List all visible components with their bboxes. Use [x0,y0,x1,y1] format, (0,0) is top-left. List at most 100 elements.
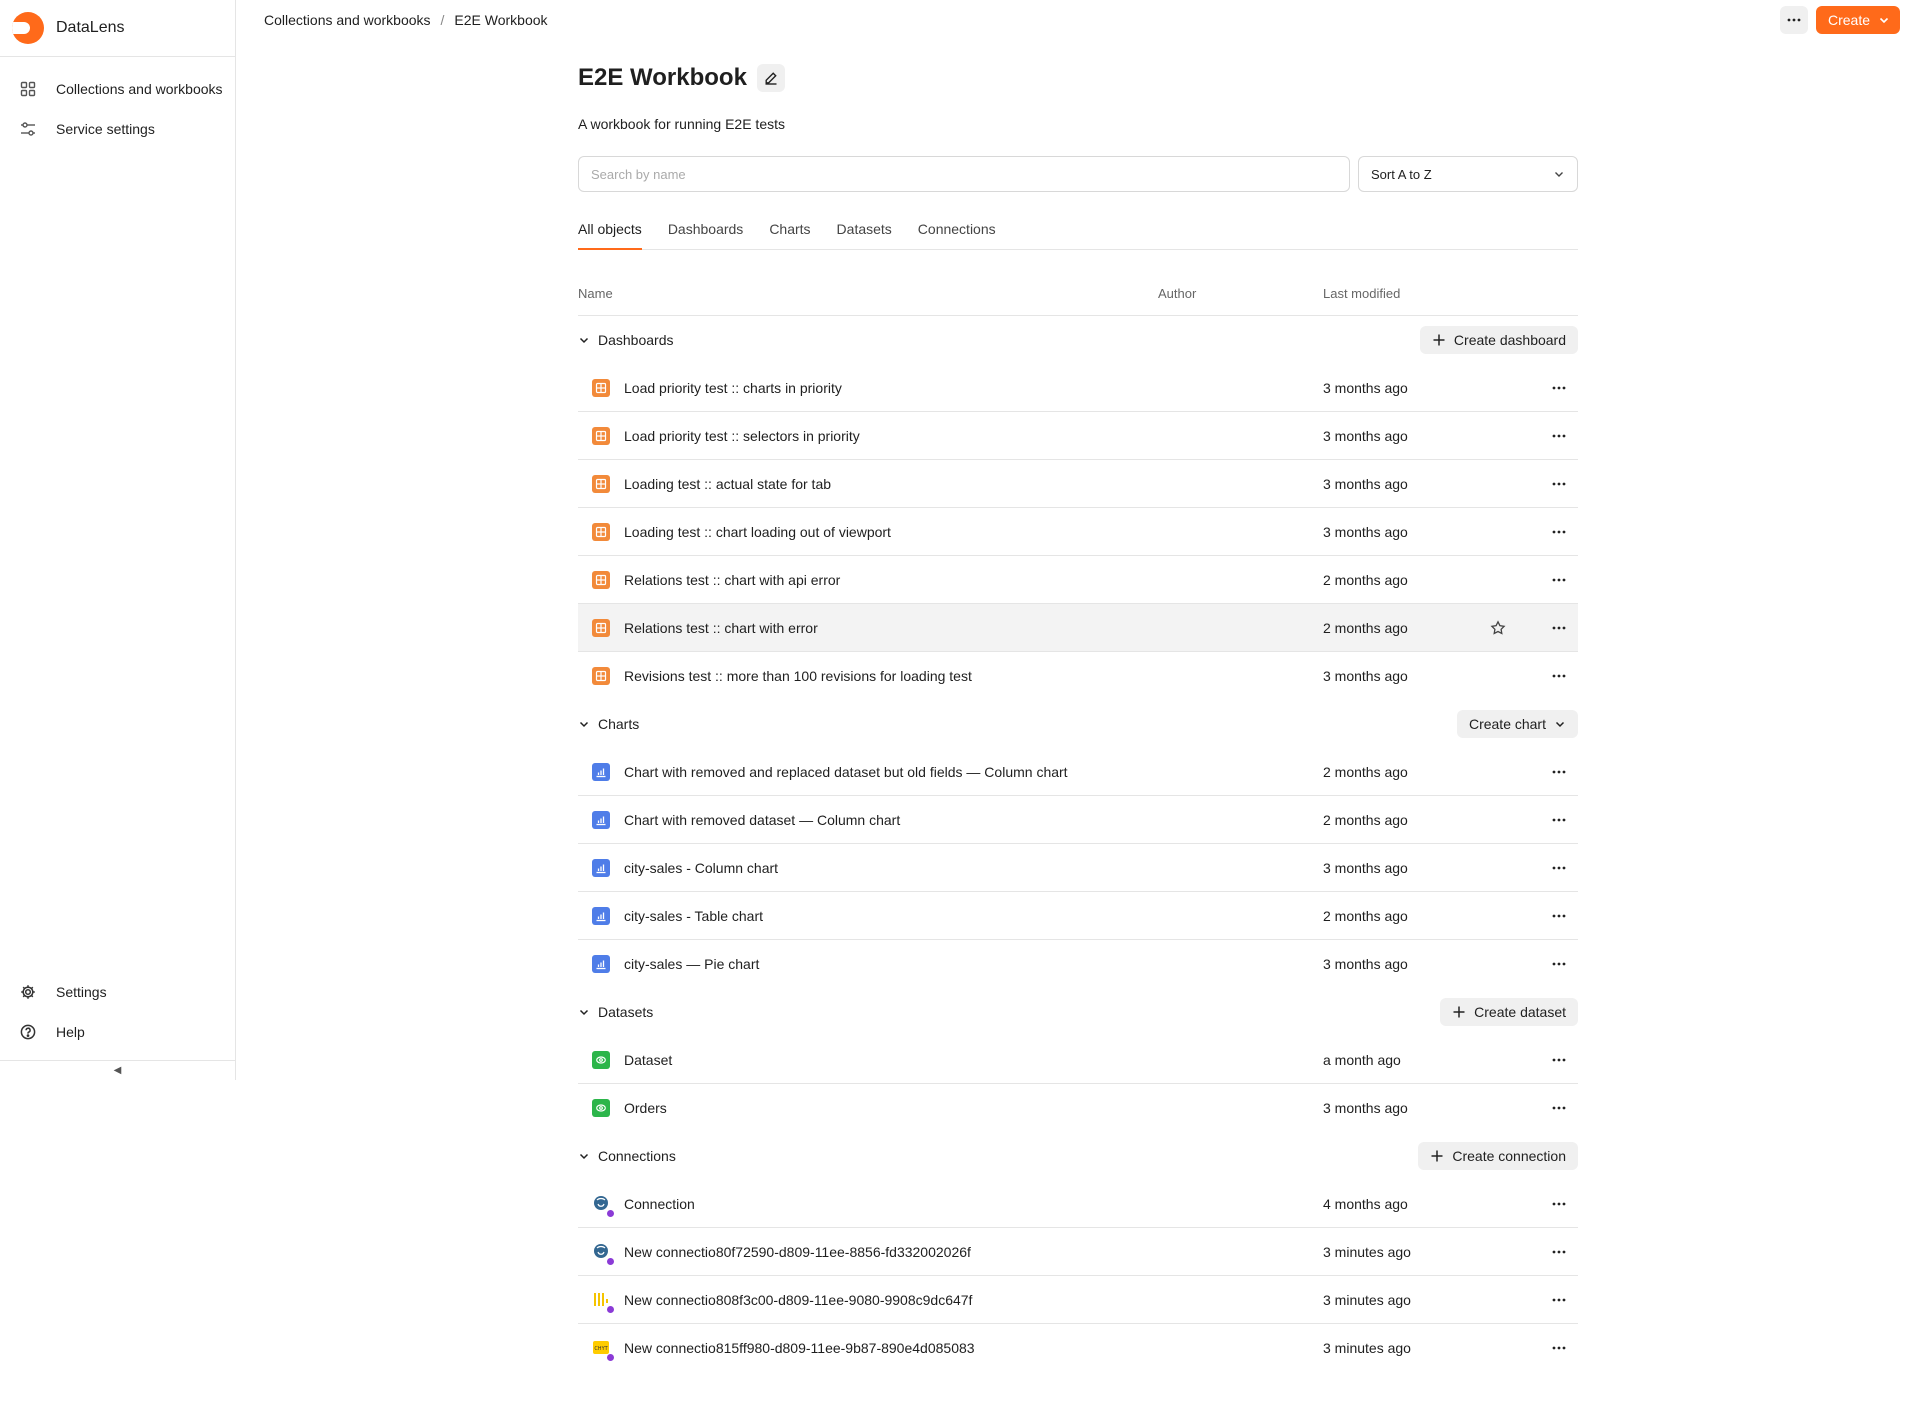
tab-connections[interactable]: Connections [918,216,996,249]
table-row[interactable]: Chart with removed dataset — Column char… [578,796,1578,844]
svg-text:CHYT: CHYT [594,1346,608,1352]
edit-workbook-button[interactable] [756,64,785,92]
table-row[interactable]: city-sales - Table chart 2 months ago [578,892,1578,940]
ellipsis-icon [1552,770,1566,773]
create-button-label: Create [1827,12,1870,28]
row-actions-button[interactable] [1523,386,1578,390]
table-row[interactable]: Orders 3 months ago [578,1084,1578,1132]
connection-status-badge [606,1208,615,1218]
sidebar-item-collections[interactable]: Collections and workbooks [0,69,235,109]
table-row[interactable]: CHYT New connectio815ff980-d809-11ee-9b87… [578,1324,1578,1372]
create-button[interactable]: Create [1815,6,1900,34]
group-header-dashboards: Dashboards Create dashboard [578,316,1578,364]
plus-icon [1433,334,1445,346]
tab-charts[interactable]: Charts [769,216,810,249]
row-name-cell: Load priority test :: charts in priority [578,378,1323,397]
row-actions-button[interactable] [1523,1298,1578,1302]
dashboard-icon [592,378,610,397]
sidebar-item-settings[interactable]: Settings [0,972,235,1012]
row-actions-button[interactable] [1523,866,1578,870]
group-toggle-datasets[interactable]: Datasets [578,1004,653,1020]
table-row[interactable]: Loading test :: chart loading out of vie… [578,508,1578,556]
sidebar-item-help[interactable]: Help [0,1012,235,1052]
row-actions-button[interactable] [1523,1106,1578,1110]
table-row[interactable]: New connectio80f72590-d809-11ee-8856-fd3… [578,1228,1578,1276]
star-icon [1490,619,1506,635]
ellipsis-icon [1552,482,1566,485]
row-name: Load priority test :: selectors in prior… [624,427,860,444]
row-actions-button[interactable] [1523,530,1578,534]
table-row[interactable]: Load priority test :: charts in priority… [578,364,1578,412]
row-name: Loading test :: actual state for tab [624,475,832,492]
connection-icon [592,1291,615,1314]
favorite-button[interactable] [1473,619,1523,636]
row-name: city-sales - Column chart [624,859,779,876]
row-actions-button[interactable] [1523,914,1578,918]
sidebar-item-service-settings[interactable]: Service settings [0,109,235,149]
chevron-down-icon [579,337,589,344]
row-modified: 3 months ago [1323,1100,1408,1116]
sort-select[interactable]: Sort A to Z [1358,156,1578,192]
group-toggle-dashboards[interactable]: Dashboards [578,332,674,348]
table-row[interactable]: Chart with removed and replaced dataset … [578,748,1578,796]
row-modified: 3 months ago [1323,956,1408,972]
table-row[interactable]: Connection 4 months ago [578,1180,1578,1228]
header: Collections and workbooks / E2E Workbook… [236,0,1920,40]
table-row[interactable]: city-sales - Column chart 3 months ago [578,844,1578,892]
row-actions-button[interactable] [1523,482,1578,486]
group-toggle-connections[interactable]: Connections [578,1148,676,1164]
table-row[interactable]: New connectio808f3c00-d809-11ee-9080-990… [578,1276,1578,1324]
tab-all-objects[interactable]: All objects [578,216,642,250]
search-input[interactable] [578,156,1350,192]
more-actions-button[interactable] [1779,6,1808,34]
group-action-label: Create connection [1452,1148,1566,1164]
table-row[interactable]: Revisions test :: more than 100 revision… [578,652,1578,700]
row-name: New connectio80f72590-d809-11ee-8856-fd3… [624,1243,971,1260]
table-row[interactable]: city-sales — Pie chart 3 months ago [578,940,1578,988]
row-actions-button[interactable] [1523,1346,1578,1350]
table-row[interactable]: Relations test :: chart with error 2 mont… [578,604,1578,652]
row-actions-button[interactable] [1523,626,1578,630]
row-actions-button[interactable] [1523,1058,1578,1062]
breadcrumb-root-link[interactable]: Collections and workbooks [264,12,431,28]
group-header-connections: Connections Create connection [578,1132,1578,1180]
connection-status-badge [606,1256,615,1266]
table-row[interactable]: Relations test :: chart with api error 2 … [578,556,1578,604]
row-actions-button[interactable] [1523,1202,1578,1206]
ellipsis-icon [1552,578,1566,581]
row-actions-button[interactable] [1523,434,1578,438]
object-groups: Dashboards Create dashboard Load priority … [578,316,1578,1372]
create-dashboard-button[interactable]: Create dashboard [1419,326,1578,354]
datalens-logo-icon [12,12,44,44]
breadcrumb: Collections and workbooks / E2E Workbook [264,12,548,28]
table-row[interactable]: Loading test :: actual state for tab 3 mo… [578,460,1578,508]
dataset-icon [592,1050,610,1069]
row-actions-button[interactable] [1523,1250,1578,1254]
sidebar-item-label: Collections and workbooks [56,81,223,97]
row-name-cell: Relations test :: chart with error [578,618,1323,637]
row-actions-button[interactable] [1523,674,1578,678]
ellipsis-icon [1552,914,1566,917]
create-chart-button[interactable]: Create chart [1456,710,1578,738]
row-actions-button[interactable] [1523,818,1578,822]
tab-datasets[interactable]: Datasets [837,216,892,249]
group-toggle-charts[interactable]: Charts [578,716,639,732]
collapse-sidebar-button[interactable]: ◀ [0,1060,235,1080]
create-dataset-button[interactable]: Create dataset [1440,998,1578,1026]
table-row[interactable]: Load priority test :: selectors in prior… [578,412,1578,460]
header-actions: Create [1779,6,1900,34]
row-actions-button[interactable] [1523,962,1578,966]
row-name: Relations test :: chart with error [624,619,818,636]
ellipsis-icon [1552,1106,1566,1110]
sidebar-item-label: Help [56,1024,85,1040]
ellipsis-icon [1552,674,1566,678]
row-name-cell: Dataset [578,1050,1323,1069]
row-actions-button[interactable] [1523,578,1578,582]
table-row[interactable]: Dataset a month ago [578,1036,1578,1084]
logo[interactable]: DataLens [0,0,235,57]
tab-dashboards[interactable]: Dashboards [668,216,744,249]
row-actions-button[interactable] [1523,770,1578,774]
chart-icon [592,906,610,925]
create-connection-button[interactable]: Create connection [1418,1142,1578,1170]
ellipsis-icon [1552,626,1566,629]
